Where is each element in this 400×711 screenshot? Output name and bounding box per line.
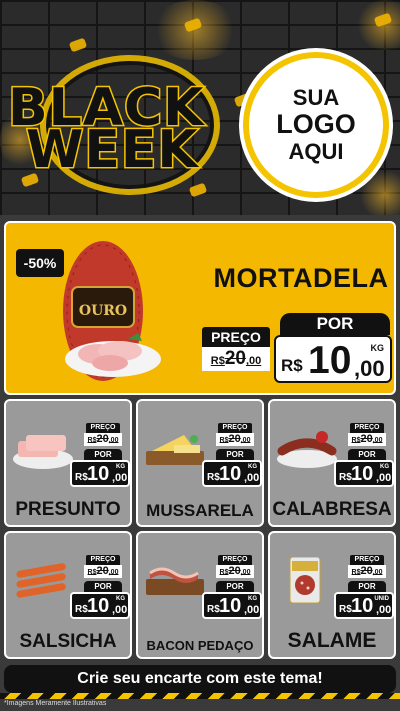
product-price-block: PREÇO R$20,00 POR R$ 10,00 KG [202,555,262,619]
product-name: SALSICHA [19,631,117,652]
por-label: POR [348,581,386,592]
por-label: POR [348,449,386,460]
featured-offer-card[interactable]: -50% OURO MORTADELA PREÇO R$20,00 POR R$… [4,221,396,395]
new-price: R$ 10,00 KG [70,592,130,619]
product-price-block: PREÇO R$20,00 POR R$ 10,00 KG [334,423,394,487]
mortadella-icon: OURO [58,239,168,389]
cheese-icon [144,425,206,471]
por-label: POR [216,449,254,460]
price-label: PREÇO [86,555,120,565]
old-price: R$20,00 [348,565,386,578]
old-price: R$20,00 [84,565,122,578]
logo-placeholder: SUA LOGO AQUI [243,52,389,198]
coin-decoration [68,37,88,53]
product-price-block: PREÇO R$20,00 POR R$ 10,00 KG [70,555,130,619]
cta-banner[interactable]: Crie seu encarte com este tema! [4,665,396,693]
por-label: POR [216,581,254,592]
price-label: PREÇO [350,423,384,433]
product-card[interactable]: PREÇO R$20,00 POR R$ 10,00 KG MUSSARELA [136,399,264,527]
svg-text:OURO: OURO [79,303,127,319]
featured-product-name: MORTADELA [213,263,389,293]
product-card[interactable]: PREÇO R$20,00 POR R$ 10,00 KG SALSICHA [4,531,132,659]
black-week-title-line2: WEEK [25,119,200,182]
product-card[interactable]: PREÇO R$20,00 POR R$ 10,00 UNID SALAME [268,531,396,659]
product-price-block: PREÇO R$20,00 POR R$ 10,00 KG [202,423,262,487]
new-price: R$ 10,00 KG [202,460,262,487]
por-label: POR [84,449,122,460]
old-price: R$20,00 [202,347,270,371]
price-label: PREÇO [202,327,270,347]
price-label: PREÇO [218,555,252,565]
logo-text-line2: LOGO [276,109,356,140]
new-price: R$ 10,00 KG [202,592,262,619]
new-price: R$ 10,00 KG [70,460,130,487]
product-name: BACON PEDAÇO [146,638,254,653]
discount-badge: -50% [16,249,64,277]
product-card[interactable]: PREÇO R$20,00 POR R$ 10,00 KG BACON PEDAÇO [136,531,264,659]
product-card[interactable]: PREÇO R$20,00 POR R$ 10,00 KG CALABRESA [268,399,396,527]
product-card[interactable]: PREÇO R$20,00 POR R$ 10,00 KG PRESUNTO [4,399,132,527]
price-label: PREÇO [350,555,384,565]
bacon-icon [144,557,206,603]
flyer-page: BLACK WEEK SUA LOGO AQUI -50% OURO MORTA… [0,0,400,711]
sausage-icon [276,425,338,471]
hazard-stripe [0,693,400,699]
product-name: MUSSARELA [146,501,254,520]
new-price: R$ 10 ,00 KG [274,335,392,383]
coin-decoration [188,182,208,198]
glow-decoration [150,0,240,60]
old-price: R$20,00 [348,433,386,446]
header-banner: BLACK WEEK SUA LOGO AQUI [0,0,400,220]
new-price: R$ 10,00 KG [334,460,394,487]
old-price: R$20,00 [216,433,254,446]
old-price: R$20,00 [216,565,254,578]
offers-area: -50% OURO MORTADELA PREÇO R$20,00 POR R$… [0,215,400,711]
new-price: R$ 10,00 UNID [334,592,394,619]
por-label: POR [280,313,390,335]
old-price: R$20,00 [84,433,122,446]
ham-icon [12,425,74,471]
por-label: POR [84,581,122,592]
product-name: PRESUNTO [15,499,121,520]
logo-text-line1: SUA [292,84,340,110]
hotdog-sausage-icon [12,557,74,603]
price-label: PREÇO [218,423,252,433]
price-label: PREÇO [86,423,120,433]
featured-price-block: PREÇO R$20,00 POR R$ 10 ,00 KG [202,313,394,385]
product-name: SALAME [287,629,377,652]
salami-icon [276,556,338,604]
disclaimer-text: *Imagens Meramente Ilustrativas [4,700,107,707]
product-name: CALABRESA [272,499,392,520]
product-price-block: PREÇO R$20,00 POR R$ 10,00 UNID [334,555,394,619]
product-price-block: PREÇO R$20,00 POR R$ 10,00 KG [70,423,130,487]
logo-text-line3: AQUI [288,138,344,164]
